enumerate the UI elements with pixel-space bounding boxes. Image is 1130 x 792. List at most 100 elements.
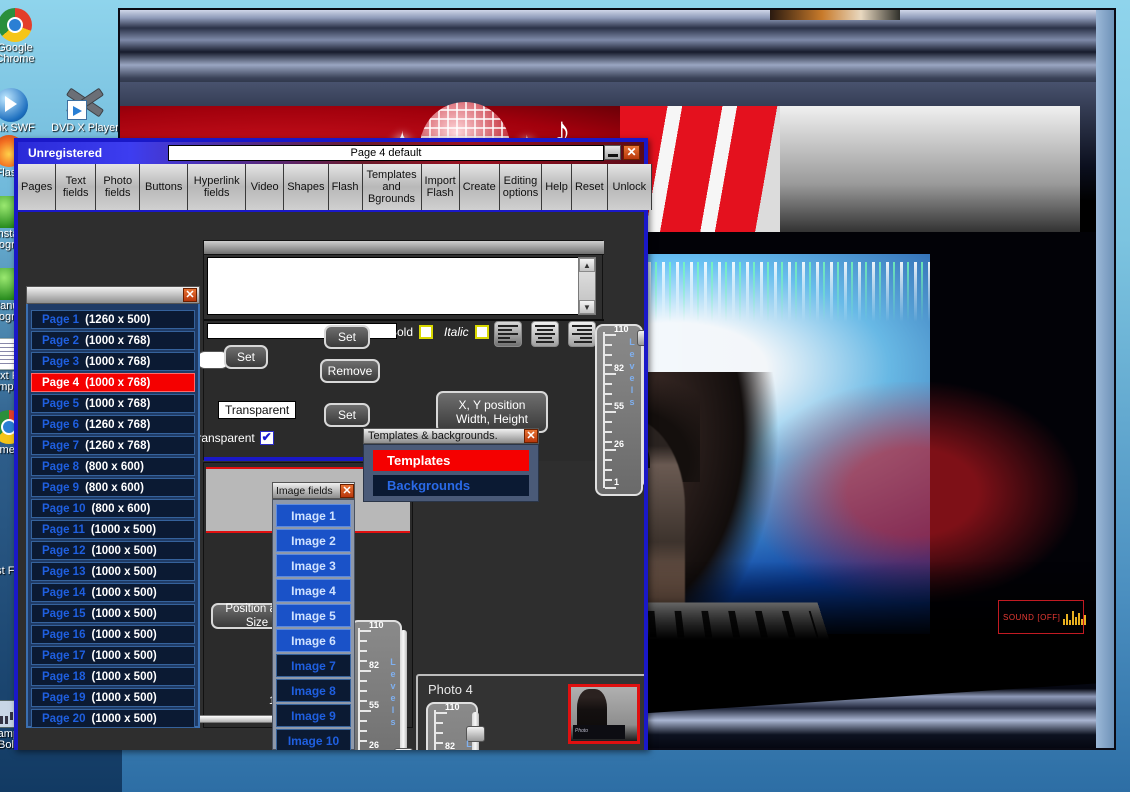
page-list-item-selected[interactable]: Page 4 (1000 x 768) — [31, 373, 195, 392]
image-field-item-2[interactable]: Image 2 — [276, 529, 351, 552]
levels-track[interactable] — [643, 334, 644, 486]
image-field-item-6[interactable]: Image 6 — [276, 629, 351, 652]
page-list-item[interactable]: Page 14 (1000 x 500) — [31, 583, 195, 602]
page-list-item[interactable]: Page 1 (1260 x 500) — [31, 310, 195, 329]
toolbar-button-video[interactable]: Video — [246, 164, 285, 210]
page-list-item[interactable]: Page 11 (1000 x 500) — [31, 520, 195, 539]
italic-checkbox[interactable] — [474, 325, 489, 339]
bold-checkbox[interactable] — [419, 325, 434, 339]
levels-track[interactable] — [400, 630, 407, 750]
toolbar-button-create[interactable]: Create — [459, 164, 500, 210]
transparent-checkbox[interactable] — [259, 431, 274, 445]
page-name: Page 6 — [42, 418, 80, 431]
left-horizontal-slider[interactable] — [194, 711, 284, 729]
page-list-item[interactable]: Page 5 (1000 x 768) — [31, 394, 195, 413]
page-list-item[interactable]: Page 15 (1000 x 500) — [31, 604, 195, 623]
align-right-icon[interactable] — [568, 321, 596, 347]
image-field-item-3[interactable]: Image 3 — [276, 554, 351, 577]
swf-link-icon — [0, 88, 28, 122]
minimize-button[interactable] — [604, 145, 621, 160]
align-left-icon[interactable] — [494, 321, 522, 347]
image-field-item-10[interactable]: Image 10 — [276, 729, 351, 750]
toolbar-button-unlock[interactable]: Unlock — [607, 164, 652, 210]
text-preview-area[interactable] — [207, 257, 579, 315]
toolbar-button-pages[interactable]: Pages — [18, 164, 57, 210]
templates-backgrounds-popup[interactable]: Templates & backgrounds. ✕ Templates Bac… — [363, 428, 539, 502]
image-field-item-4[interactable]: Image 4 — [276, 579, 351, 602]
desktop-icon-chrome[interactable]: GoogleChrome — [0, 8, 74, 65]
text-field-editor-panel: ▲ ▼ Set Set Remove Set Transparent trans… — [194, 240, 604, 461]
xy-position-size-button[interactable]: X, Y position Width, Height — [436, 391, 548, 433]
popup-option-backgrounds[interactable]: Backgrounds — [373, 475, 529, 496]
toolbar-button-shapes[interactable]: Shapes — [284, 164, 329, 210]
page-dimensions: (1000 x 500) — [91, 544, 157, 557]
sound-toggle-button[interactable]: SOUND [OFF] — [998, 600, 1087, 634]
scroll-down-icon[interactable]: ▼ — [579, 300, 595, 314]
toolbar-button-help[interactable]: Help — [542, 164, 572, 210]
image-field-item-1[interactable]: Image 1 — [276, 504, 351, 527]
page-dimensions: (800 x 600) — [85, 481, 144, 494]
image-fields-popup[interactable]: Image fields ✕ Image 1 Image 2 Image 3 I… — [272, 482, 355, 750]
page-list-item[interactable]: Page 9 (800 x 600) — [31, 478, 195, 497]
image-field-item-8[interactable]: Image 8 — [276, 679, 351, 702]
photo-thumbnail[interactable]: Photo — [568, 684, 640, 744]
desktop-icon-label: DVD X Player — [51, 122, 119, 134]
preview-vertical-scrollbar[interactable] — [1096, 10, 1114, 748]
levels-tick-82: 82 — [369, 660, 380, 670]
flash-authoring-app-window[interactable]: Unregistered Page 4 default ✕ Pages Text… — [14, 138, 652, 750]
text-levels-slider[interactable]: 110 82 55 26 1 Levels — [595, 324, 644, 496]
levels-knob[interactable] — [394, 748, 413, 750]
toolbar-button-templates-bgrounds[interactable]: Templates and Bgrounds — [362, 164, 422, 210]
toolbar-button-flash[interactable]: Flash — [328, 164, 363, 210]
toolbar-button-import-flash[interactable]: Import Flash — [421, 164, 460, 210]
levels-knob[interactable] — [637, 330, 644, 346]
close-icon[interactable]: ✕ — [524, 429, 538, 443]
page-list-item[interactable]: Page 3 (1000 x 768) — [31, 352, 195, 371]
desktop-icon-dvd-x-player[interactable]: DVD X Player — [26, 84, 122, 134]
page-list-item[interactable]: Page 10 (800 x 600) — [31, 499, 195, 518]
close-icon[interactable]: ✕ — [340, 483, 354, 498]
image-field-item-9[interactable]: Image 9 — [276, 704, 351, 727]
toolbar-button-buttons[interactable]: Buttons — [140, 164, 189, 210]
image-levels-slider[interactable]: 110 82 55 26 1 Levels — [350, 620, 413, 750]
page-list-item[interactable]: Page 8 (800 x 600) — [31, 457, 195, 476]
toolbar-button-hyperlink-fields[interactable]: Hyperlink fields — [188, 164, 247, 210]
set-button-3[interactable]: Set — [324, 403, 370, 427]
page-list-item[interactable]: Page 19 (1000 x 500) — [31, 688, 195, 707]
page-list-item[interactable]: Page 17 (1000 x 500) — [31, 646, 195, 665]
toolbar-button-text-fields[interactable]: Text fields — [56, 164, 97, 210]
close-button[interactable]: ✕ — [623, 145, 640, 160]
page-list-item[interactable]: Page 16 (1000 x 500) — [31, 625, 195, 644]
page-name: Page 13 — [42, 565, 86, 578]
toolbar-button-reset[interactable]: Reset — [571, 164, 608, 210]
popup-body: Templates Backgrounds — [363, 444, 539, 502]
page-list-item[interactable]: Page 13 (1000 x 500) — [31, 562, 195, 581]
page-list-item[interactable]: Page 12 (1000 x 500) — [31, 541, 195, 560]
set-button-1[interactable]: Set — [224, 345, 268, 369]
page-list-item[interactable]: Page 6 (1260 x 768) — [31, 415, 195, 434]
text-preview-scrollbar[interactable]: ▲ ▼ — [578, 257, 596, 315]
set-button-2[interactable]: Set — [324, 325, 370, 349]
photo-levels-slider[interactable]: 110 82 55 26 1 Levels — [426, 702, 485, 750]
transparent-field[interactable]: Transparent — [218, 401, 297, 419]
remove-button[interactable]: Remove — [320, 359, 380, 383]
popup-option-templates[interactable]: Templates — [373, 450, 529, 471]
page-list-item[interactable]: Page 18 (1000 x 500) — [31, 667, 195, 686]
page-name: Page 16 — [42, 628, 86, 641]
page-dimensions: (1000 x 500) — [91, 565, 157, 578]
page-name-input[interactable]: Page 4 default — [168, 145, 604, 161]
page-list-item[interactable]: Page 20 (1000 x 500) — [31, 709, 195, 728]
page-name-value: Page 4 default — [350, 147, 422, 159]
toolbar-button-editing-options[interactable]: Editing options — [499, 164, 543, 210]
scroll-up-icon[interactable]: ▲ — [579, 258, 595, 272]
image-field-item-7[interactable]: Image 7 — [276, 654, 351, 677]
toolbar-button-photo-fields[interactable]: Photo fields — [96, 164, 141, 210]
bold-label: Bold — [389, 325, 414, 339]
image-field-item-5[interactable]: Image 5 — [276, 604, 351, 627]
page-list-item[interactable]: Page 2 (1000 x 768) — [31, 331, 195, 350]
page-list-item[interactable]: Page 7 (1260 x 768) — [31, 436, 195, 455]
align-center-icon[interactable] — [531, 321, 559, 347]
levels-label: Levels — [466, 739, 472, 749]
close-icon[interactable]: ✕ — [183, 288, 197, 302]
page-dimensions: (1260 x 768) — [85, 418, 151, 431]
